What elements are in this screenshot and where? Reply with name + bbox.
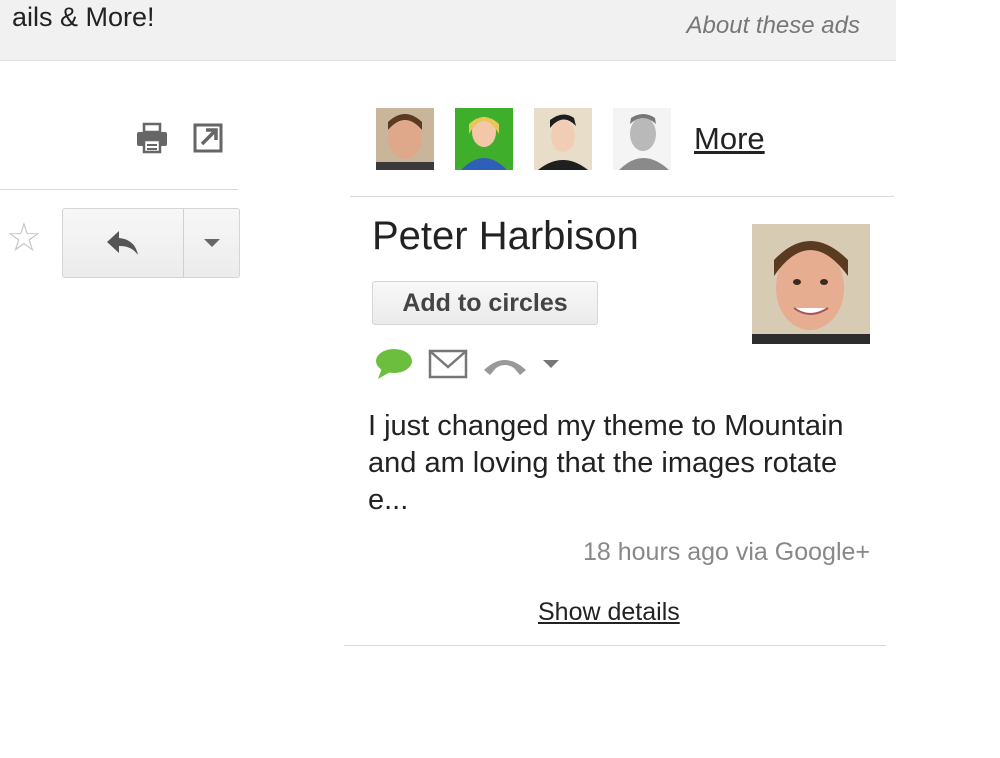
divider: [344, 645, 886, 646]
avatar-photo[interactable]: [455, 108, 513, 170]
people-widget: More: [376, 108, 765, 170]
ad-banner: ails & More! About these ads: [0, 0, 896, 61]
add-to-circles-button[interactable]: Add to circles: [372, 281, 598, 325]
reply-more-button[interactable]: [184, 209, 239, 277]
reply-icon: [107, 231, 138, 255]
print-icon[interactable]: [135, 122, 169, 154]
reply-button-group: [62, 208, 240, 278]
chevron-down-icon[interactable]: [542, 358, 560, 370]
status-text: I just changed my theme to Mountain and …: [368, 410, 844, 516]
popout-icon[interactable]: [192, 122, 226, 154]
show-details-link[interactable]: Show details: [538, 598, 680, 627]
reply-button[interactable]: [63, 209, 184, 277]
profile-name: Peter Harbison: [372, 214, 639, 258]
divider: [350, 196, 894, 197]
avatar-photo[interactable]: [376, 108, 434, 170]
phone-icon[interactable]: [482, 350, 528, 378]
avatar-photo[interactable]: [534, 108, 592, 170]
more-people-link[interactable]: More: [694, 121, 765, 157]
contact-actions: [374, 348, 574, 380]
about-ads-link[interactable]: About these ads: [687, 12, 860, 40]
chevron-down-icon: [203, 239, 220, 247]
ad-text: ails & More!: [12, 2, 155, 32]
mail-icon[interactable]: [428, 348, 468, 380]
profile-avatar: [752, 224, 870, 344]
divider: [0, 189, 238, 190]
post-timestamp: 18 hours ago via Google+: [582, 538, 870, 566]
star-icon[interactable]: ☆: [6, 218, 42, 258]
chat-icon[interactable]: [374, 348, 414, 380]
avatar-photo[interactable]: [613, 108, 671, 170]
